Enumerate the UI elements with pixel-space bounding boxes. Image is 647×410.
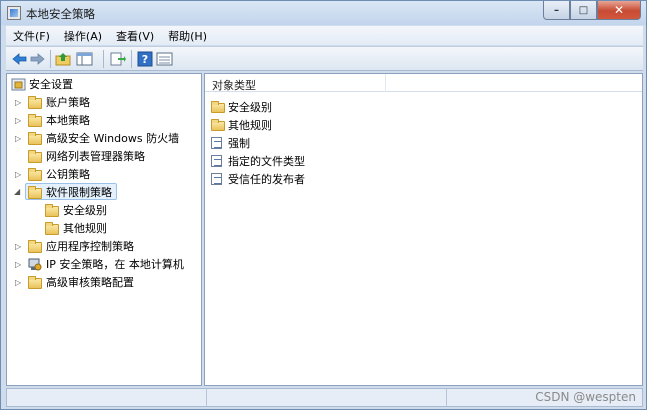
toolbar-separator [103,50,104,68]
tree-item-ip-security[interactable]: ▷ IP 安全策略，在 本地计算机 [7,256,201,273]
tree-item-local-policies[interactable]: ▷ 本地策略 [7,112,201,129]
policy-document-icon [211,137,222,149]
list-item-label: 其他规则 [228,119,272,132]
tree-item-label: 公钥策略 [46,168,90,181]
toolbar: ? [6,46,643,71]
show-tree-icon[interactable] [76,51,93,67]
folder-icon [211,101,225,113]
folder-icon [211,119,225,131]
folder-lock-icon [28,114,42,127]
folder-icon [28,150,42,163]
folder-icon [28,276,42,289]
details-pane[interactable]: 对象类型 安全级别 其他规则 强制 指定的文件类型 受信任的发布者 [204,73,643,386]
tree-expander[interactable]: ▷ [15,171,23,179]
list-item-enforcement[interactable]: 强制 [211,134,411,152]
status-cell [7,389,207,406]
folder-icon [28,240,42,253]
security-settings-icon [11,78,26,91]
tree-item-security-levels[interactable]: 安全级别 [7,202,201,219]
tree-expander[interactable]: ▷ [15,279,23,287]
tree-expander[interactable]: ▷ [15,99,23,107]
tree-expander[interactable]: ▷ [15,243,23,251]
status-cell [207,389,447,406]
tree-item-label: 账户策略 [46,96,90,109]
tree-item-network-list-manager[interactable]: 网络列表管理器策略 [7,148,201,165]
tree-item-label: 安全级别 [63,204,107,217]
title-bar[interactable]: 本地安全策略 – □ ✕ [1,1,646,25]
tree-item-advanced-audit[interactable]: ▷ 高级审核策略配置 [7,274,201,291]
up-folder-icon[interactable] [55,51,72,67]
tree-item-label: 高级审核策略配置 [46,276,134,289]
list-item-additional-rules[interactable]: 其他规则 [211,116,411,134]
tree-item-label: IP 安全策略，在 本地计算机 [46,258,184,271]
tree-expander[interactable]: ◢ [14,188,22,196]
maximize-button[interactable]: □ [570,1,597,20]
menu-bar: 文件(F) 操作(A) 查看(V) 帮助(H) [6,26,643,45]
tree-item-security-settings[interactable]: 安全设置 [7,76,201,93]
minimize-button[interactable]: – [543,1,570,20]
menu-file[interactable]: 文件(F) [6,28,57,44]
tree-item-software-restriction[interactable]: ◢ 软件限制策略 [7,184,201,201]
close-button[interactable]: ✕ [597,1,641,20]
export-list-icon[interactable] [109,51,126,67]
forward-arrow-icon[interactable] [29,51,46,67]
tree-item-public-key-policies[interactable]: ▷ 公钥策略 [7,166,201,183]
list-item-label: 受信任的发布者 [228,173,305,186]
menu-help[interactable]: 帮助(H) [161,28,214,44]
tree-item-label: 安全设置 [29,78,73,91]
policy-document-icon [211,173,222,185]
column-header-label: 对象类型 [212,79,256,92]
ip-security-icon [28,258,42,271]
local-security-policy-icon [7,6,21,20]
svg-text:?: ? [142,53,148,66]
tree-item-application-control[interactable]: ▷ 应用程序控制策略 [7,238,201,255]
tree-item-label: 高级安全 Windows 防火墙 [46,132,180,145]
folder-lock-icon [28,96,42,109]
column-divider[interactable] [385,74,386,92]
tree-item-label: 其他规则 [63,222,107,235]
tree-item-additional-rules[interactable]: 其他规则 [7,220,201,237]
help-icon[interactable]: ? [137,51,154,67]
folder-icon [28,186,42,199]
list-item-trusted-publishers[interactable]: 受信任的发布者 [211,170,411,188]
tree-expander[interactable]: ▷ [15,261,23,269]
back-arrow-icon[interactable] [11,51,28,67]
list-item-security-levels[interactable]: 安全级别 [211,98,411,116]
tree-item-label: 软件限制策略 [46,186,112,199]
list-item-designated-file-types[interactable]: 指定的文件类型 [211,152,411,170]
list-item-label: 强制 [228,137,250,150]
folder-icon [45,204,59,217]
menu-action[interactable]: 操作(A) [57,28,109,44]
folder-icon [28,168,42,181]
view-icon[interactable] [156,51,173,67]
tree-item-label: 网络列表管理器策略 [46,150,145,163]
folder-icon [28,132,42,145]
tree-item-label: 应用程序控制策略 [46,240,134,253]
watermark-text: CSDN @wespten [535,390,636,404]
window-title: 本地安全策略 [26,7,95,21]
toolbar-separator [131,50,132,68]
folder-icon [45,222,59,235]
policy-document-icon [211,155,222,167]
tree-item-windows-firewall[interactable]: ▷ 高级安全 Windows 防火墙 [7,130,201,147]
console-tree[interactable]: 安全设置 ▷ 账户策略 ▷ 本地策略 ▷ 高级安全 Windows 防火墙 网络… [6,73,202,386]
tree-item-label: 本地策略 [46,114,90,127]
window-controls: – □ ✕ [543,1,641,20]
tree-expander[interactable]: ▷ [15,117,23,125]
tree-expander[interactable]: ▷ [15,135,23,143]
list-item-label: 指定的文件类型 [228,155,305,168]
list-item-label: 安全级别 [228,101,272,114]
menu-view[interactable]: 查看(V) [109,28,161,44]
app-window: 本地安全策略 – □ ✕ 文件(F) 操作(A) 查看(V) 帮助(H) ? 安… [0,0,647,410]
column-header-object-type[interactable]: 对象类型 [205,74,642,92]
toolbar-separator [50,50,51,68]
tree-item-account-policies[interactable]: ▷ 账户策略 [7,94,201,111]
